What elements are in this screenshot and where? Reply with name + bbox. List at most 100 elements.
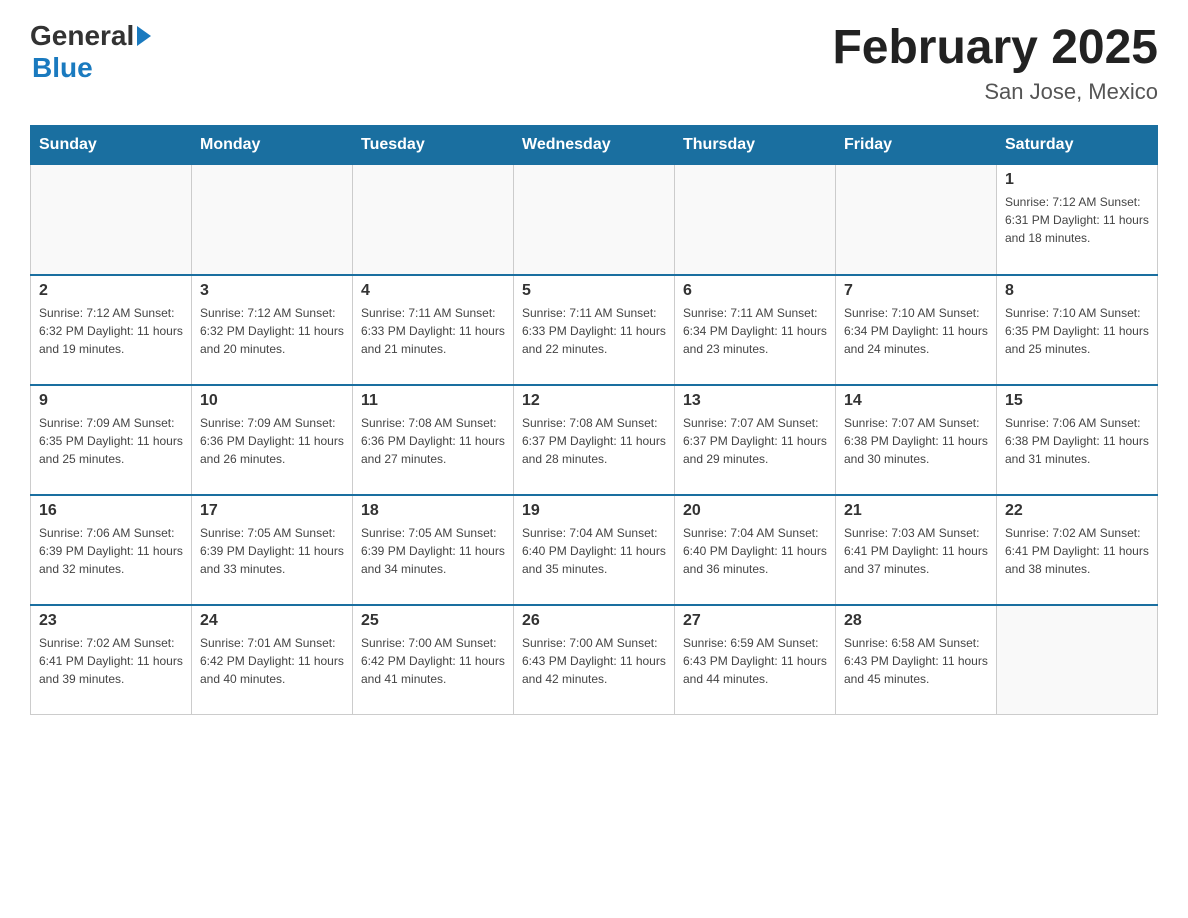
cell-day-number: 12	[522, 392, 666, 410]
cell-sun-info: Sunrise: 7:12 AM Sunset: 6:32 PM Dayligh…	[200, 304, 344, 358]
cell-day-number: 8	[1005, 282, 1149, 300]
table-row: 17 Sunrise: 7:05 AM Sunset: 6:39 PM Dayli…	[192, 495, 353, 605]
table-row	[31, 165, 192, 275]
calendar-week-row: 16Sunrise: 7:06 AM Sunset: 6:39 PM Dayli…	[31, 495, 1158, 605]
table-row: 21 Sunrise: 7:03 AM Sunset: 6:41 PM Dayli…	[836, 495, 997, 605]
cell-day-number: 14	[844, 392, 988, 410]
cell-sun-info: Sunrise: 7:00 AM Sunset: 6:43 PM Dayligh…	[522, 634, 666, 688]
cell-sun-info: Sunrise: 7:12 AM Sunset: 6:31 PM Dayligh…	[1005, 193, 1149, 247]
table-row: 10Sunrise: 7:09 AM Sunset: 6:36 PM Dayli…	[192, 385, 353, 495]
cell-sun-info: Sunrise: 7:10 AM Sunset: 6:35 PM Dayligh…	[1005, 304, 1149, 358]
header-friday: Friday	[836, 126, 997, 165]
header-saturday: Saturday	[997, 126, 1158, 165]
cell-day-number: 13	[683, 392, 827, 410]
table-row: 26Sunrise: 7:00 AM Sunset: 6:43 PM Dayli…	[514, 605, 675, 715]
cell-day-number: 28	[844, 612, 988, 630]
table-row: 8 Sunrise: 7:10 AM Sunset: 6:35 PM Daylig…	[997, 275, 1158, 385]
header-sunday: Sunday	[31, 126, 192, 165]
table-row	[192, 165, 353, 275]
table-row: 22 Sunrise: 7:02 AM Sunset: 6:41 PM Dayli…	[997, 495, 1158, 605]
cell-day-number: 3	[200, 282, 344, 300]
header-monday: Monday	[192, 126, 353, 165]
table-row: 4 Sunrise: 7:11 AM Sunset: 6:33 PM Daylig…	[353, 275, 514, 385]
table-row	[514, 165, 675, 275]
table-row: 13 Sunrise: 7:07 AM Sunset: 6:37 PM Dayli…	[675, 385, 836, 495]
cell-day-number: 2	[39, 282, 183, 300]
cell-sun-info: Sunrise: 7:00 AM Sunset: 6:42 PM Dayligh…	[361, 634, 505, 688]
table-row: 20 Sunrise: 7:04 AM Sunset: 6:40 PM Dayli…	[675, 495, 836, 605]
table-row	[997, 605, 1158, 715]
table-row: 15 Sunrise: 7:06 AM Sunset: 6:38 PM Dayli…	[997, 385, 1158, 495]
cell-day-number: 6	[683, 282, 827, 300]
cell-day-number: 9	[39, 392, 183, 410]
cell-sun-info: Sunrise: 7:03 AM Sunset: 6:41 PM Dayligh…	[844, 524, 988, 578]
cell-sun-info: Sunrise: 7:12 AM Sunset: 6:32 PM Dayligh…	[39, 304, 183, 358]
cell-day-number: 17	[200, 502, 344, 520]
table-row: 25Sunrise: 7:00 AM Sunset: 6:42 PM Dayli…	[353, 605, 514, 715]
calendar-week-row: 2 Sunrise: 7:12 AM Sunset: 6:32 PM Daylig…	[31, 275, 1158, 385]
cell-sun-info: Sunrise: 7:07 AM Sunset: 6:38 PM Dayligh…	[844, 414, 988, 468]
logo-blue: Blue	[32, 52, 93, 84]
table-row: 24 Sunrise: 7:01 AM Sunset: 6:42 PM Dayli…	[192, 605, 353, 715]
header-thursday: Thursday	[675, 126, 836, 165]
cell-day-number: 19	[522, 502, 666, 520]
cell-sun-info: Sunrise: 7:08 AM Sunset: 6:36 PM Dayligh…	[361, 414, 505, 468]
cell-day-number: 20	[683, 502, 827, 520]
cell-day-number: 1	[1005, 171, 1149, 189]
weekday-header-row: Sunday Monday Tuesday Wednesday Thursday…	[31, 126, 1158, 165]
cell-sun-info: Sunrise: 7:02 AM Sunset: 6:41 PM Dayligh…	[1005, 524, 1149, 578]
cell-sun-info: Sunrise: 6:58 AM Sunset: 6:43 PM Dayligh…	[844, 634, 988, 688]
table-row: 12Sunrise: 7:08 AM Sunset: 6:37 PM Dayli…	[514, 385, 675, 495]
page-header: General Blue February 2025 San Jose, Mex…	[30, 20, 1158, 105]
cell-sun-info: Sunrise: 7:02 AM Sunset: 6:41 PM Dayligh…	[39, 634, 183, 688]
cell-sun-info: Sunrise: 7:05 AM Sunset: 6:39 PM Dayligh…	[361, 524, 505, 578]
cell-day-number: 15	[1005, 392, 1149, 410]
table-row	[353, 165, 514, 275]
cell-sun-info: Sunrise: 7:01 AM Sunset: 6:42 PM Dayligh…	[200, 634, 344, 688]
cell-day-number: 27	[683, 612, 827, 630]
cell-sun-info: Sunrise: 7:11 AM Sunset: 6:34 PM Dayligh…	[683, 304, 827, 358]
cell-day-number: 22	[1005, 502, 1149, 520]
logo-triangle-icon	[137, 26, 151, 46]
table-row: 19 Sunrise: 7:04 AM Sunset: 6:40 PM Dayli…	[514, 495, 675, 605]
table-row: 5Sunrise: 7:11 AM Sunset: 6:33 PM Daylig…	[514, 275, 675, 385]
cell-sun-info: Sunrise: 7:04 AM Sunset: 6:40 PM Dayligh…	[683, 524, 827, 578]
table-row: 18 Sunrise: 7:05 AM Sunset: 6:39 PM Dayli…	[353, 495, 514, 605]
table-row: 27Sunrise: 6:59 AM Sunset: 6:43 PM Dayli…	[675, 605, 836, 715]
table-row: 6 Sunrise: 7:11 AM Sunset: 6:34 PM Daylig…	[675, 275, 836, 385]
header-wednesday: Wednesday	[514, 126, 675, 165]
table-row: 11 Sunrise: 7:08 AM Sunset: 6:36 PM Dayli…	[353, 385, 514, 495]
cell-day-number: 21	[844, 502, 988, 520]
table-row: 1 Sunrise: 7:12 AM Sunset: 6:31 PM Daylig…	[997, 165, 1158, 275]
cell-sun-info: Sunrise: 7:07 AM Sunset: 6:37 PM Dayligh…	[683, 414, 827, 468]
cell-day-number: 4	[361, 282, 505, 300]
table-row: 23Sunrise: 7:02 AM Sunset: 6:41 PM Dayli…	[31, 605, 192, 715]
table-row: 3 Sunrise: 7:12 AM Sunset: 6:32 PM Daylig…	[192, 275, 353, 385]
title-section: February 2025 San Jose, Mexico	[832, 20, 1158, 105]
calendar-subtitle: San Jose, Mexico	[832, 79, 1158, 105]
cell-sun-info: Sunrise: 7:05 AM Sunset: 6:39 PM Dayligh…	[200, 524, 344, 578]
cell-day-number: 5	[522, 282, 666, 300]
table-row: 9 Sunrise: 7:09 AM Sunset: 6:35 PM Daylig…	[31, 385, 192, 495]
cell-sun-info: Sunrise: 7:04 AM Sunset: 6:40 PM Dayligh…	[522, 524, 666, 578]
logo-general: General	[30, 20, 134, 52]
calendar-week-row: 9 Sunrise: 7:09 AM Sunset: 6:35 PM Daylig…	[31, 385, 1158, 495]
calendar-table: Sunday Monday Tuesday Wednesday Thursday…	[30, 125, 1158, 715]
cell-sun-info: Sunrise: 7:06 AM Sunset: 6:38 PM Dayligh…	[1005, 414, 1149, 468]
cell-sun-info: Sunrise: 7:09 AM Sunset: 6:35 PM Dayligh…	[39, 414, 183, 468]
cell-sun-info: Sunrise: 7:06 AM Sunset: 6:39 PM Dayligh…	[39, 524, 183, 578]
cell-sun-info: Sunrise: 7:11 AM Sunset: 6:33 PM Dayligh…	[361, 304, 505, 358]
cell-day-number: 24	[200, 612, 344, 630]
calendar-week-row: 23Sunrise: 7:02 AM Sunset: 6:41 PM Dayli…	[31, 605, 1158, 715]
cell-sun-info: Sunrise: 7:09 AM Sunset: 6:36 PM Dayligh…	[200, 414, 344, 468]
table-row	[675, 165, 836, 275]
table-row: 7Sunrise: 7:10 AM Sunset: 6:34 PM Daylig…	[836, 275, 997, 385]
cell-sun-info: Sunrise: 7:10 AM Sunset: 6:34 PM Dayligh…	[844, 304, 988, 358]
cell-day-number: 18	[361, 502, 505, 520]
calendar-title: February 2025	[832, 20, 1158, 75]
table-row	[836, 165, 997, 275]
table-row: 14 Sunrise: 7:07 AM Sunset: 6:38 PM Dayli…	[836, 385, 997, 495]
cell-day-number: 11	[361, 392, 505, 410]
calendar-week-row: 1 Sunrise: 7:12 AM Sunset: 6:31 PM Daylig…	[31, 165, 1158, 275]
table-row: 16Sunrise: 7:06 AM Sunset: 6:39 PM Dayli…	[31, 495, 192, 605]
